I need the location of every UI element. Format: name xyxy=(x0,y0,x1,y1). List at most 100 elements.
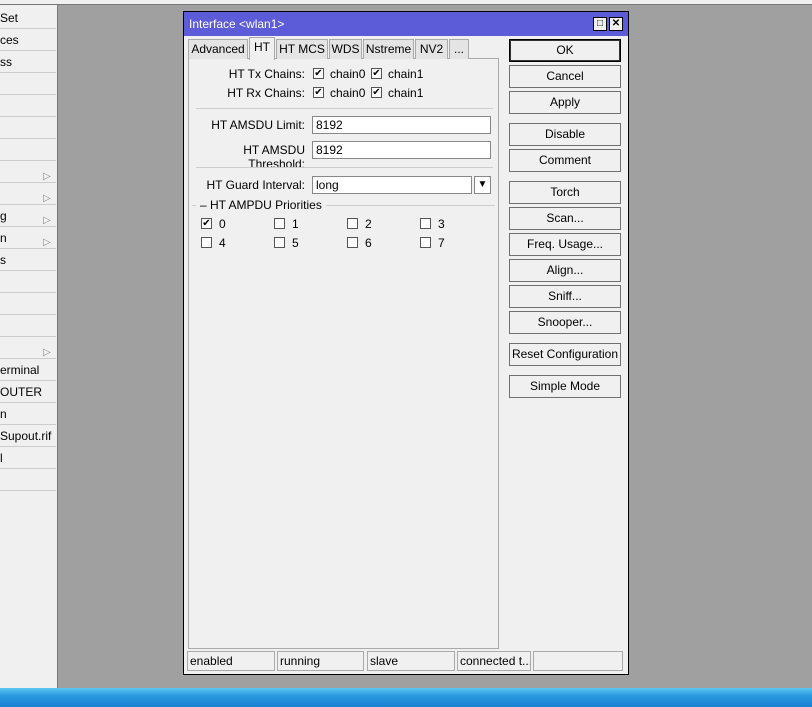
freq-usage-button[interactable]: Freq. Usage... xyxy=(509,233,621,256)
sidebar-item[interactable]: s xyxy=(0,249,56,271)
guard-interval-select[interactable]: long xyxy=(312,176,472,194)
sidebar-item[interactable] xyxy=(0,73,56,95)
sidebar-item[interactable]: l xyxy=(0,447,56,469)
priority-label: 2 xyxy=(365,217,372,231)
priority-6-checkbox[interactable] xyxy=(347,237,358,248)
sidebar-item-label: Set xyxy=(0,11,19,25)
submenu-arrow-icon: ▷ xyxy=(43,237,51,248)
tab-ht[interactable]: HT xyxy=(249,37,275,60)
sidebar-item[interactable]: Supout.rif xyxy=(0,425,56,447)
cancel-button[interactable]: Cancel xyxy=(509,65,621,88)
snooper-button[interactable]: Snooper... xyxy=(509,311,621,334)
priority-0-checkbox[interactable]: ✔ xyxy=(201,218,212,229)
priority-7-checkbox[interactable] xyxy=(420,237,431,248)
rx-chain1-label: chain1 xyxy=(388,86,424,100)
priority-label: 6 xyxy=(365,236,372,250)
tab-ht-mcs[interactable]: HT MCS xyxy=(276,39,328,59)
interface-window: Interface <wlan1> □ ✕ HT Tx Chains: ✔ ch… xyxy=(183,11,629,675)
torch-button[interactable]: Torch xyxy=(509,181,621,204)
sidebar-item[interactable] xyxy=(0,469,56,491)
ht-tx-chains-label: HT Tx Chains: xyxy=(228,67,305,81)
submenu-arrow-icon: ▷ xyxy=(43,347,51,358)
sidebar-item-label: n xyxy=(0,407,7,421)
sidebar-item-label: l xyxy=(0,451,3,465)
guard-interval-label: HT Guard Interval: xyxy=(206,178,305,192)
window-title-bar[interactable]: Interface <wlan1> □ ✕ xyxy=(184,12,628,36)
tab-advanced[interactable]: Advanced xyxy=(188,39,248,59)
window-title: Interface <wlan1> xyxy=(189,17,285,31)
sidebar-item[interactable]: ▷ xyxy=(0,161,56,183)
divider xyxy=(196,108,493,109)
priority-label: 5 xyxy=(292,236,299,250)
priority-5-checkbox[interactable] xyxy=(274,237,285,248)
reset-configuration-button[interactable]: Reset Configuration xyxy=(509,343,621,366)
status-field: slave xyxy=(367,651,455,671)
tab-[interactable]: ... xyxy=(449,39,469,59)
sidebar-item-label: ss xyxy=(0,55,12,69)
sidebar-item[interactable] xyxy=(0,95,56,117)
tx-chain0-label: chain0 xyxy=(330,67,366,81)
sidebar-item[interactable]: n xyxy=(0,403,56,425)
sidebar-item[interactable]: ss xyxy=(0,51,56,73)
simple-mode-button[interactable]: Simple Mode xyxy=(509,375,621,398)
submenu-arrow-icon: ▷ xyxy=(43,215,51,226)
tx-chain0-checkbox[interactable]: ✔ xyxy=(313,68,324,79)
rx-chain0-label: chain0 xyxy=(330,86,366,100)
sidebar-item[interactable]: g ▷ xyxy=(0,205,56,227)
sidebar-item[interactable] xyxy=(0,293,56,315)
ok-button[interactable]: OK xyxy=(509,39,621,62)
tx-chain1-checkbox[interactable]: ✔ xyxy=(371,68,382,79)
amsdu-limit-input[interactable]: 8192 xyxy=(312,116,491,134)
apply-button[interactable]: Apply xyxy=(509,91,621,114)
status-field xyxy=(533,651,623,671)
sniff-button[interactable]: Sniff... xyxy=(509,285,621,308)
comment-button[interactable]: Comment xyxy=(509,149,621,172)
ampdu-priorities-heading: – HT AMPDU Priorities xyxy=(196,198,326,212)
sidebar-item-label: ces xyxy=(0,33,19,47)
sidebar-item[interactable] xyxy=(0,139,56,161)
sidebar-item[interactable] xyxy=(0,315,56,337)
divider xyxy=(196,167,493,168)
tab-wds[interactable]: WDS xyxy=(329,39,362,59)
priority-2-checkbox[interactable] xyxy=(347,218,358,229)
maximize-icon[interactable]: □ xyxy=(593,17,607,31)
priority-label: 7 xyxy=(438,236,445,250)
priority-1-checkbox[interactable] xyxy=(274,218,285,229)
sidebar-item[interactable]: erminal xyxy=(0,359,56,381)
status-field: running xyxy=(277,651,364,671)
sidebar-item[interactable]: ▷ xyxy=(0,337,56,359)
sidebar-item-label: OUTER xyxy=(0,385,42,399)
sidebar-item-label: g xyxy=(0,209,7,223)
sidebar-item[interactable] xyxy=(0,271,56,293)
sidebar-item[interactable] xyxy=(0,117,56,139)
sidebar-item-label: Supout.rif xyxy=(0,429,52,443)
close-icon[interactable]: ✕ xyxy=(609,17,623,31)
tab-nv2[interactable]: NV2 xyxy=(415,39,448,59)
sidebar-item[interactable]: Set xyxy=(0,7,56,29)
sidebar-item-label: erminal xyxy=(0,363,40,377)
sidebar-item[interactable]: ces xyxy=(0,29,56,51)
top-toolbar xyxy=(0,0,812,5)
disable-button[interactable]: Disable xyxy=(509,123,621,146)
scan-button[interactable]: Scan... xyxy=(509,207,621,230)
tab-nstreme[interactable]: Nstreme xyxy=(363,39,414,59)
priority-3-checkbox[interactable] xyxy=(420,218,431,229)
priority-label: 4 xyxy=(219,236,226,250)
rx-chain1-checkbox[interactable]: ✔ xyxy=(371,87,382,98)
dropdown-arrow-icon[interactable]: ▼ xyxy=(474,176,491,194)
priority-label: 3 xyxy=(438,217,445,231)
priority-4-checkbox[interactable] xyxy=(201,237,212,248)
sidebar-item[interactable]: n ▷ xyxy=(0,227,56,249)
sidebar-item[interactable]: ▷ xyxy=(0,183,56,205)
submenu-arrow-icon: ▷ xyxy=(43,171,51,182)
sidebar-item-label: n xyxy=(0,231,7,245)
align-button[interactable]: Align... xyxy=(509,259,621,282)
sidebar-item[interactable]: OUTER xyxy=(0,381,56,403)
amsdu-threshold-input[interactable]: 8192 xyxy=(312,141,491,159)
ht-tab-panel: HT Tx Chains: ✔ chain0 ✔ chain1 HT Rx Ch… xyxy=(188,58,499,649)
ht-rx-chains-label: HT Rx Chains: xyxy=(227,86,305,100)
status-field: connected t... xyxy=(457,651,531,671)
rx-chain0-checkbox[interactable]: ✔ xyxy=(313,87,324,98)
amsdu-limit-label: HT AMSDU Limit: xyxy=(211,118,305,132)
submenu-arrow-icon: ▷ xyxy=(43,193,51,204)
